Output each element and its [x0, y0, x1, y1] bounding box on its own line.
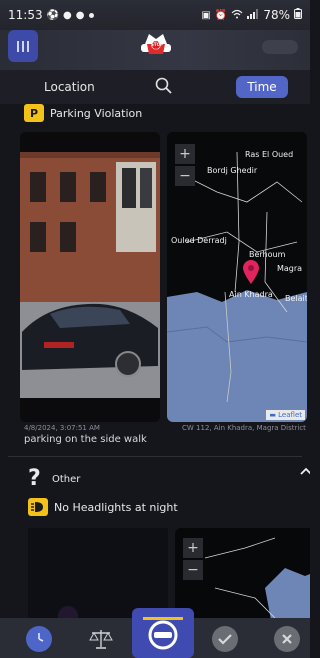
report-description: parking on the side walk — [24, 434, 147, 445]
check-badge-icon[interactable] — [212, 626, 238, 652]
alarm-icon: ⏰ — [214, 9, 228, 21]
report-photo[interactable] — [28, 528, 168, 618]
camera-capture-icon — [143, 617, 183, 650]
category-label: Other — [52, 474, 81, 485]
location-pin-icon: ● — [75, 9, 85, 21]
report-card[interactable]: ? Other No Headlights at night + − — [8, 460, 310, 618]
logo-text: STOP — [151, 42, 163, 47]
report-timestamp: 4/8/2024, 3:07:51 AM — [24, 424, 100, 432]
map-place-label: Ouled Derradj — [171, 236, 227, 245]
reports-list: P Parking Violation + − Ras El Oued Bord… — [0, 104, 310, 618]
zoom-out-button[interactable]: − — [183, 560, 203, 580]
location-pin-icon: ● — [63, 9, 72, 21]
status-bar: 11:53 ⚽ ● ● ▣ ⏰ 78% — [0, 0, 310, 30]
map-place-label: Berhoum — [249, 250, 286, 259]
divider — [8, 456, 302, 457]
sim-icon: ▣ — [201, 9, 211, 21]
map-place-label: Ain Khadra — [229, 290, 273, 299]
zoom-in-button[interactable]: + — [183, 538, 203, 558]
dot-icon — [88, 12, 94, 18]
subcategory-label: No Headlights at night — [54, 500, 178, 514]
map-place-label: Belait — [285, 294, 307, 303]
report-category: P Parking Violation — [24, 104, 142, 122]
search-icon[interactable] — [154, 76, 174, 96]
report-map[interactable]: + − — [175, 528, 310, 618]
report-photo[interactable] — [20, 132, 160, 422]
report-map[interactable]: + − Ras El Oued Bordj Ghedir Ouled Derra… — [167, 132, 307, 422]
bottom-nav — [0, 608, 310, 658]
filter-tab-bar: Location Time — [0, 70, 310, 104]
status-right: ▣ ⏰ 78% — [201, 8, 302, 22]
map-place-label: Bordj Ghedir — [207, 166, 258, 175]
attribution-text: Leaflet — [278, 411, 302, 419]
close-badge-icon[interactable] — [274, 626, 300, 652]
wifi-icon — [231, 9, 243, 22]
status-left: 11:53 ⚽ ● ● — [8, 8, 94, 22]
battery-icon — [294, 8, 302, 22]
tab-location[interactable]: Location — [44, 80, 95, 94]
stop-hat-logo: STOP — [139, 30, 173, 64]
zoom-in-button[interactable]: + — [175, 144, 195, 164]
map-place-label: Ras El Oued — [245, 150, 294, 159]
signal-icon — [247, 8, 259, 22]
menu-icon — [17, 40, 29, 52]
soccer-ball-icon: ⚽ — [46, 9, 60, 21]
scales-icon[interactable] — [88, 626, 114, 652]
battery-text: 78% — [263, 8, 290, 22]
camera-capture-button[interactable] — [132, 608, 194, 658]
status-time: 11:53 — [8, 8, 43, 22]
category-label: Parking Violation — [50, 106, 143, 120]
clock-icon[interactable] — [26, 626, 52, 652]
report-location: CW 112, Ain Khadra, Magra District — [182, 424, 306, 432]
header-profile-placeholder[interactable] — [262, 40, 298, 54]
chevron-up-icon[interactable] — [300, 464, 310, 478]
app-header: STOP — [0, 30, 310, 70]
parking-sign-icon: P — [24, 104, 44, 122]
question-mark-icon: ? — [28, 466, 41, 491]
report-subcategory: No Headlights at night — [28, 498, 178, 516]
zoom-out-button[interactable]: − — [175, 166, 195, 186]
headlight-icon — [28, 498, 48, 516]
map-marker-icon[interactable] — [243, 260, 259, 288]
tab-time[interactable]: Time — [236, 76, 288, 98]
menu-button[interactable] — [8, 30, 38, 62]
map-attribution[interactable]: ▬ Leaflet — [266, 410, 305, 420]
map-place-label: Magra — [277, 264, 303, 273]
